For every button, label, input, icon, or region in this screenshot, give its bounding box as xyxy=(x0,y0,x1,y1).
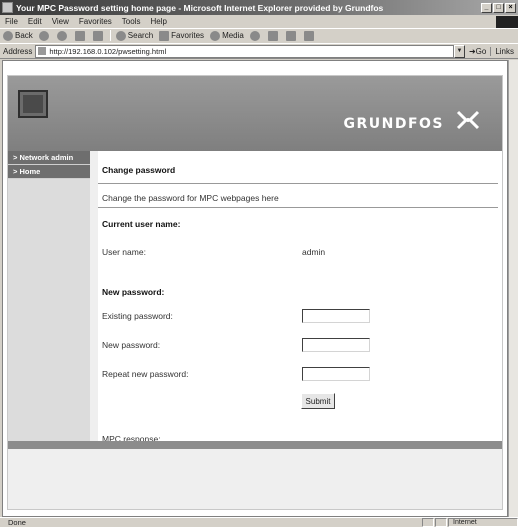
address-input[interactable]: http://192.168.0.102/pwsetting.html xyxy=(35,44,454,58)
go-arrow-icon: ➜ xyxy=(468,46,476,56)
page-title: Change password xyxy=(102,165,176,175)
history-button[interactable] xyxy=(247,30,265,41)
browser-toolbar: Back Search Favorites Media xyxy=(0,28,518,42)
controller-panel-image xyxy=(18,90,48,118)
grundfos-banner: GRUNDFOS xyxy=(8,76,502,151)
stop-button[interactable] xyxy=(54,30,72,41)
media-label: Media xyxy=(222,31,244,40)
links-button[interactable]: Links xyxy=(490,46,518,56)
refresh-icon xyxy=(74,30,85,41)
back-label: Back xyxy=(15,31,33,40)
go-button[interactable]: ➜ Go xyxy=(465,47,490,56)
menu-view[interactable]: View xyxy=(47,17,74,26)
search-icon xyxy=(115,30,126,41)
submit-button[interactable]: Submit xyxy=(301,393,335,409)
window-titlebar[interactable]: Your MPC Password setting home page - Mi… xyxy=(0,0,518,15)
mail-button[interactable] xyxy=(265,30,283,41)
new-password-label: New password: xyxy=(102,340,161,350)
sidebar-item-home[interactable]: > Home xyxy=(8,165,90,179)
menu-tools[interactable]: Tools xyxy=(117,17,146,26)
history-icon xyxy=(249,30,260,41)
status-pane xyxy=(422,518,434,527)
new-password-input[interactable] xyxy=(302,338,370,352)
vertical-scrollbar[interactable] xyxy=(508,60,518,517)
status-bar: Done Internet xyxy=(0,517,518,527)
menu-file[interactable]: File xyxy=(0,17,23,26)
menu-edit[interactable]: Edit xyxy=(23,17,47,26)
mail-icon xyxy=(267,30,278,41)
minimize-button[interactable]: _ xyxy=(481,2,492,13)
new-password-heading: New password: xyxy=(102,287,165,297)
sidebar-item-network-admin[interactable]: > Network admin xyxy=(8,151,90,165)
window-title: Your MPC Password setting home page - Mi… xyxy=(16,2,384,13)
title-divider xyxy=(98,183,498,184)
menu-help[interactable]: Help xyxy=(145,17,171,26)
forward-button[interactable] xyxy=(36,30,54,41)
window-controls: _ □ × xyxy=(481,2,516,13)
page-description: Change the password for MPC webpages her… xyxy=(102,193,279,203)
grundfos-logo-icon xyxy=(456,110,480,130)
search-label: Search xyxy=(127,31,154,40)
maximize-button[interactable]: □ xyxy=(493,2,504,13)
address-dropdown-button[interactable]: ▼ xyxy=(453,44,465,58)
page-icon xyxy=(38,47,47,55)
home-button[interactable] xyxy=(90,30,108,41)
address-label: Address xyxy=(3,46,33,56)
description-divider xyxy=(98,207,498,208)
go-label: Go xyxy=(475,46,487,56)
print-icon xyxy=(285,30,296,41)
favorites-icon xyxy=(159,30,170,41)
current-user-heading: Current user name: xyxy=(102,219,181,229)
search-button[interactable]: Search xyxy=(113,30,156,41)
favorites-label: Favorites xyxy=(171,31,205,40)
stop-icon xyxy=(56,30,67,41)
media-icon xyxy=(210,30,221,41)
security-zone: Internet xyxy=(448,518,518,527)
windows-logo-throbber xyxy=(496,15,518,28)
repeat-password-input[interactable] xyxy=(302,367,370,381)
edit-button[interactable] xyxy=(301,30,319,41)
web-page: GRUNDFOS > Network admin > Home Change p… xyxy=(7,75,503,510)
main-content: Change password Change the password for … xyxy=(98,151,502,444)
repeat-password-label: Repeat new password: xyxy=(102,369,189,379)
grundfos-logo-text: GRUNDFOS xyxy=(343,116,444,132)
close-button[interactable]: × xyxy=(505,2,516,13)
forward-arrow-icon xyxy=(38,30,49,41)
favorites-button[interactable]: Favorites xyxy=(156,30,207,41)
back-button[interactable]: Back xyxy=(0,30,36,41)
address-url: http://192.168.0.102/pwsetting.html xyxy=(49,46,167,56)
ie-app-icon xyxy=(2,2,13,13)
username-label: User name: xyxy=(102,247,146,257)
media-button[interactable]: Media xyxy=(207,30,247,41)
toolbar-separator xyxy=(109,30,111,41)
page-viewport: GRUNDFOS > Network admin > Home Change p… xyxy=(2,60,508,517)
back-arrow-icon xyxy=(3,30,13,41)
status-text: Done xyxy=(8,518,26,527)
address-bar: Address http://192.168.0.102/pwsetting.h… xyxy=(0,43,518,59)
menu-favorites[interactable]: Favorites xyxy=(74,17,117,26)
print-button[interactable] xyxy=(283,30,301,41)
edit-icon xyxy=(303,30,314,41)
status-pane xyxy=(435,518,447,527)
existing-password-input[interactable] xyxy=(302,309,370,323)
home-icon xyxy=(92,30,103,41)
footer-bar xyxy=(8,441,502,449)
sidebar-nav: > Network admin > Home xyxy=(8,151,90,441)
refresh-button[interactable] xyxy=(72,30,90,41)
existing-password-label: Existing password: xyxy=(102,311,173,321)
menu-bar: File Edit View Favorites Tools Help xyxy=(0,15,518,28)
username-value: admin xyxy=(302,247,326,257)
